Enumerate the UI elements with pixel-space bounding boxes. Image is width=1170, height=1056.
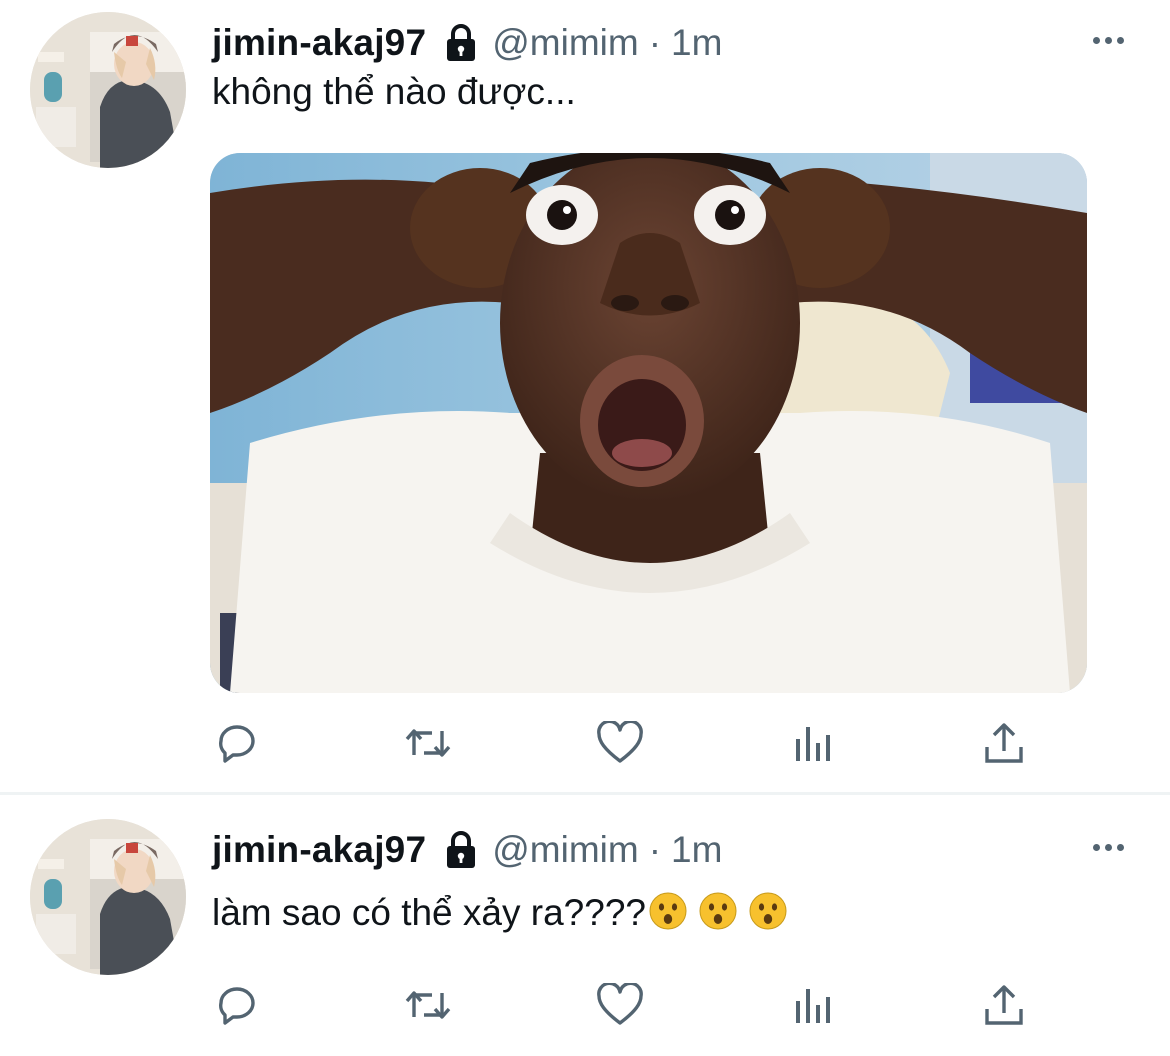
retweet-button[interactable]	[398, 713, 458, 773]
timestamp[interactable]: 1m	[671, 22, 722, 64]
share-icon	[985, 723, 1023, 763]
tweet-text: không thể nào được...	[212, 71, 576, 112]
tweet-text-container: làm sao có thể xảy ra????	[212, 891, 788, 935]
like-icon	[597, 721, 643, 763]
tweet-text: làm sao có thể xảy ra????	[212, 892, 646, 933]
dot-icon	[1104, 843, 1112, 851]
reply-button[interactable]	[207, 975, 267, 1035]
tweet[interactable]: jimin-akaj97 @mimim · 1m không thể nào đ…	[0, 0, 1170, 792]
analytics-button[interactable]	[782, 975, 842, 1035]
lock-icon	[444, 830, 478, 870]
dot-icon	[1092, 36, 1100, 44]
hushed-face-emoji-icon	[698, 891, 738, 931]
like-button[interactable]	[590, 975, 650, 1035]
share-button[interactable]	[974, 975, 1034, 1035]
handle[interactable]: @mimim	[492, 22, 638, 64]
analytics-icon	[796, 989, 830, 1023]
dot-icon	[1116, 36, 1124, 44]
reply-icon	[219, 987, 255, 1025]
separator-dot: ·	[648, 829, 662, 870]
tweet-media-image[interactable]	[210, 153, 1087, 693]
lock-icon	[444, 23, 478, 63]
retweet-icon	[405, 729, 451, 757]
tweet[interactable]: jimin-akaj97 @mimim · 1m làm sao có thể …	[0, 795, 1170, 1056]
reply-icon	[219, 725, 255, 763]
hushed-face-emoji-icon	[748, 891, 788, 931]
dot-icon	[1092, 843, 1100, 851]
retweet-button[interactable]	[398, 975, 458, 1035]
timestamp[interactable]: 1m	[671, 829, 722, 871]
display-name[interactable]: jimin-akaj97	[212, 829, 426, 871]
hushed-face-emoji-icon	[648, 891, 688, 931]
share-button[interactable]	[974, 713, 1034, 773]
tweet-actions	[0, 975, 1170, 1035]
more-options-button[interactable]	[1086, 25, 1130, 55]
reply-button[interactable]	[207, 713, 267, 773]
tweet-header: jimin-akaj97 @mimim · 1m	[212, 825, 722, 875]
like-button[interactable]	[590, 713, 650, 773]
dot-icon	[1116, 843, 1124, 851]
share-icon	[985, 985, 1023, 1025]
analytics-button[interactable]	[782, 713, 842, 773]
display-name[interactable]: jimin-akaj97	[212, 22, 426, 64]
retweet-icon	[405, 991, 451, 1019]
tweet-actions	[0, 713, 1170, 773]
avatar[interactable]	[30, 819, 186, 975]
more-options-button[interactable]	[1086, 832, 1130, 862]
tweet-header: jimin-akaj97 @mimim · 1m	[212, 18, 722, 68]
separator-dot: ·	[648, 22, 662, 63]
handle[interactable]: @mimim	[492, 829, 638, 871]
avatar[interactable]	[30, 12, 186, 168]
analytics-icon	[796, 727, 830, 761]
dot-icon	[1104, 36, 1112, 44]
like-icon	[597, 983, 643, 1025]
